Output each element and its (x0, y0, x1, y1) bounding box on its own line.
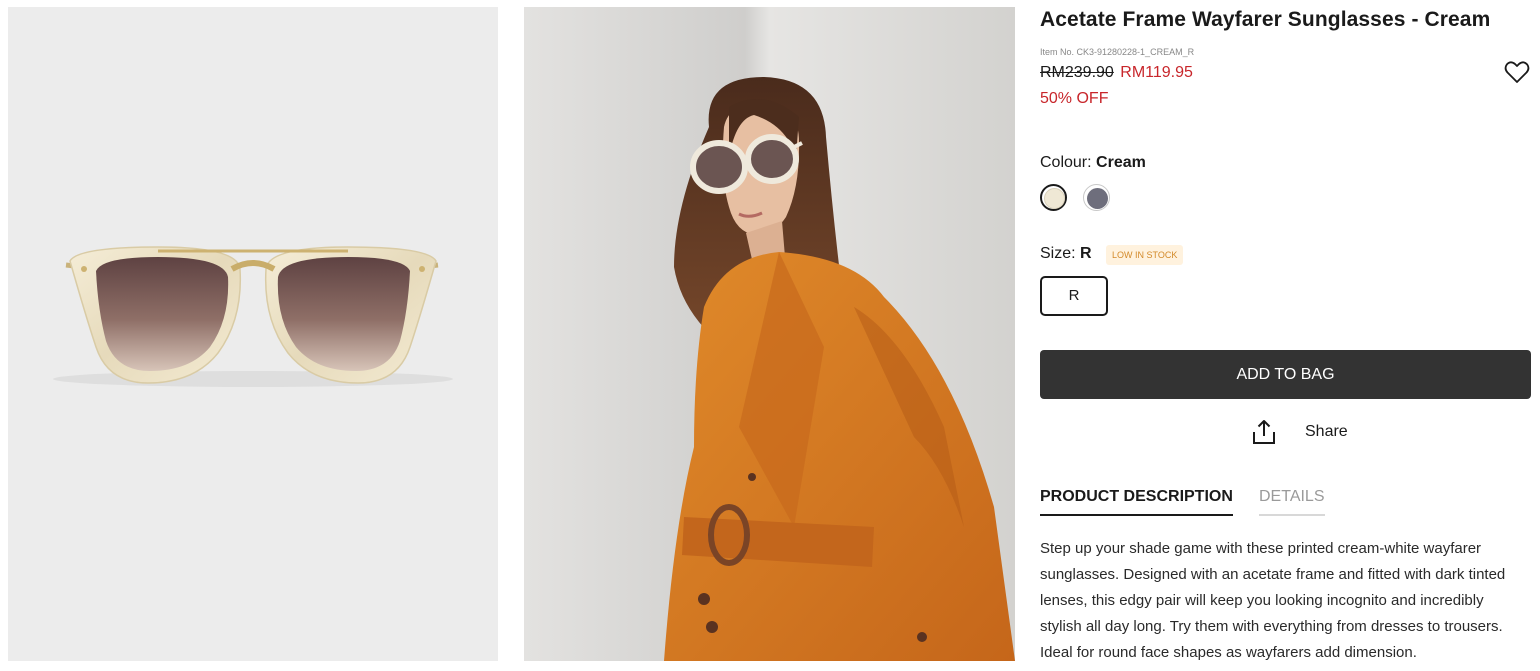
share-label: Share (1305, 423, 1348, 440)
add-to-bag-button[interactable]: ADD TO BAG (1040, 350, 1531, 399)
colour-swatch-cream[interactable] (1040, 184, 1067, 211)
sunglasses-illustration (53, 246, 453, 387)
selected-size: R (1080, 245, 1092, 262)
original-price: RM239.90 (1040, 64, 1114, 81)
selected-colour: Cream (1096, 154, 1146, 171)
colour-swatch-grey[interactable] (1083, 184, 1110, 211)
product-info-panel: Acetate Frame Wayfarer Sunglasses - Crea… (1040, 0, 1532, 671)
low-stock-badge: LOW IN STOCK (1106, 245, 1184, 265)
product-image-sunglasses[interactable] (8, 7, 498, 661)
discount-label: 50% OFF (1040, 90, 1109, 107)
product-title: Acetate Frame Wayfarer Sunglasses - Crea… (1040, 8, 1491, 31)
swatch-dot-grey (1087, 188, 1108, 209)
colour-selector-label: Colour: Cream (1040, 154, 1146, 172)
sale-price: RM119.95 (1120, 64, 1193, 81)
swatch-dot-cream (1044, 188, 1065, 209)
model-illustration (524, 7, 1015, 661)
product-image-model[interactable] (524, 7, 1015, 661)
tab-details[interactable]: DETAILS (1259, 488, 1325, 516)
colour-label-text: Colour: (1040, 154, 1092, 171)
wishlist-button[interactable] (1503, 58, 1531, 86)
size-selector-label: Size: R (1040, 245, 1092, 263)
heart-icon (1504, 61, 1530, 83)
product-description-text: Step up your shade game with these print… (1040, 540, 1506, 661)
price-row: RM239.90 RM119.95 (1040, 64, 1193, 82)
size-label-text: Size: (1040, 245, 1076, 262)
item-number: Item No. CK3-91280228-1_CREAM_R (1040, 47, 1195, 57)
tab-product-description[interactable]: PRODUCT DESCRIPTION (1040, 488, 1233, 516)
share-icon (1253, 420, 1275, 444)
size-option-r[interactable]: R (1040, 276, 1108, 316)
